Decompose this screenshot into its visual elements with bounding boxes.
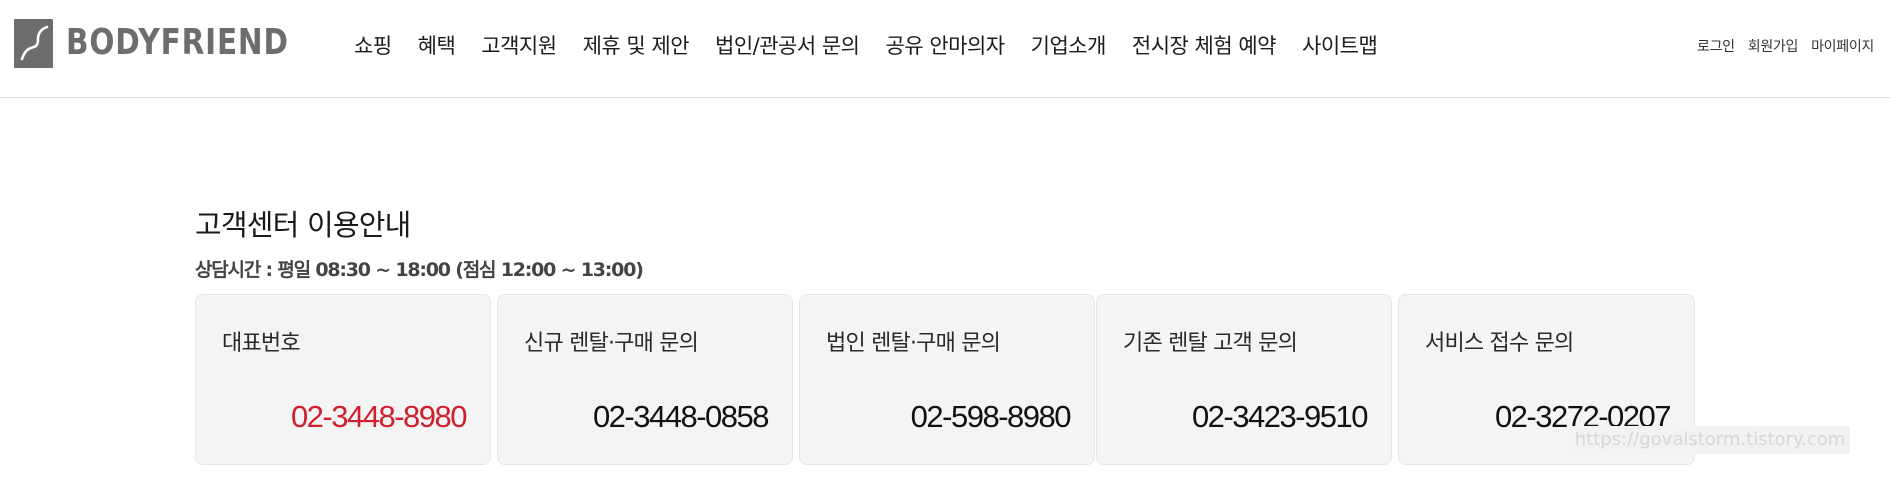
main-nav: 쇼핑 혜택 고객지원 제휴 및 제안 법인/관공서 문의 공유 안마의자 기업소… [354, 28, 1403, 62]
business-hours: 상담시간 : 평일 08:30 ~ 18:00 (점심 12:00 ~ 13:0… [195, 259, 644, 281]
nav-item-shopping[interactable]: 쇼핑 [354, 30, 392, 60]
card-label: 서비스 접수 문의 [1425, 331, 1574, 356]
site-header: BODYFRIEND 쇼핑 혜택 고객지원 제휴 및 제안 법인/관공서 문의 … [0, 0, 1890, 98]
nav-item-support[interactable]: 고객지원 [481, 30, 557, 60]
signup-link[interactable]: 회원가입 [1748, 36, 1799, 56]
card-label: 법인 렌탈·구매 문의 [826, 331, 1001, 356]
nav-item-shared-massage-chair[interactable]: 공유 안마의자 [886, 30, 1006, 60]
utility-links: 로그인 회원가입 마이페이지 [1684, 36, 1874, 56]
card-phone[interactable]: 02-3448-8980 [291, 399, 468, 435]
nav-item-corporate-inquiry[interactable]: 법인/관공서 문의 [715, 30, 860, 60]
brand-logo-text[interactable]: BODYFRIEND [66, 20, 289, 66]
nav-item-showroom-booking[interactable]: 전시장 체험 예약 [1132, 30, 1277, 60]
card-label: 기존 렌탈 고객 문의 [1123, 331, 1298, 356]
contact-card-corporate-rental: 법인 렌탈·구매 문의 02-598-8980 [799, 294, 1095, 465]
card-phone[interactable]: 02-3423-9510 [1192, 399, 1369, 435]
page-title: 고객센터 이용안내 [195, 208, 411, 242]
nav-item-benefits[interactable]: 혜택 [418, 30, 456, 60]
nav-item-sitemap[interactable]: 사이트맵 [1302, 30, 1378, 60]
card-label: 대표번호 [222, 331, 301, 356]
card-phone[interactable]: 02-3448-0858 [593, 399, 770, 435]
card-label: 신규 렌탈·구매 문의 [524, 331, 699, 356]
contact-card-existing-rental: 기존 렌탈 고객 문의 02-3423-9510 [1096, 294, 1392, 465]
mypage-link[interactable]: 마이페이지 [1811, 36, 1874, 56]
contact-card-new-rental: 신규 렌탈·구매 문의 02-3448-0858 [497, 294, 793, 465]
bodyfriend-logo-icon[interactable] [14, 19, 53, 68]
login-link[interactable]: 로그인 [1697, 36, 1735, 56]
nav-item-partnership[interactable]: 제휴 및 제안 [583, 30, 690, 60]
card-phone[interactable]: 02-598-8980 [911, 399, 1072, 435]
watermark: https://govalstorm.tistory.com [1570, 426, 1850, 454]
contact-card-main: 대표번호 02-3448-8980 [195, 294, 491, 465]
nav-item-company[interactable]: 기업소개 [1031, 30, 1107, 60]
